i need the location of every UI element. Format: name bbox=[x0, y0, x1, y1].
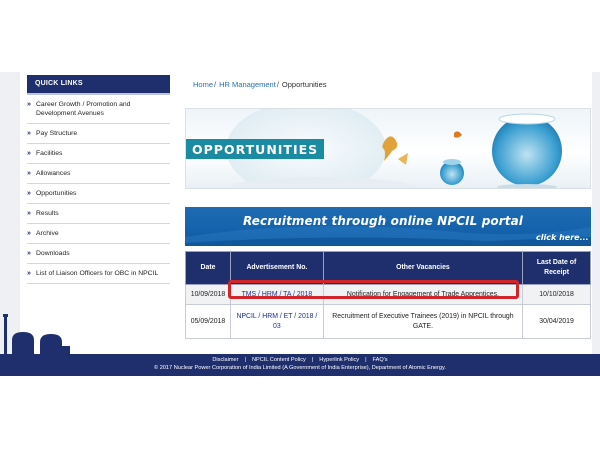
quick-link-label: Allowances bbox=[36, 170, 71, 177]
column-header-date: Date bbox=[185, 251, 231, 285]
double-chevron-right-icon: » bbox=[27, 190, 31, 197]
nuclear-plant-silhouette-icon bbox=[3, 314, 70, 354]
footer-separator: | bbox=[244, 357, 246, 363]
breadcrumb-separator: / bbox=[214, 80, 217, 89]
quick-link-label: Archive bbox=[36, 230, 59, 237]
cell-date: 10/09/2018 bbox=[185, 284, 231, 305]
breadcrumb-current: Opportunities bbox=[281, 80, 327, 89]
footer-link-faqs[interactable]: FAQ's bbox=[373, 357, 388, 363]
quick-link-career-growth[interactable]: » Career Growth / Promotion and Developm… bbox=[27, 95, 170, 124]
opportunities-label: OPPORTUNITIES bbox=[186, 139, 325, 159]
breadcrumb-home-link[interactable]: Home bbox=[193, 80, 213, 89]
double-chevron-right-icon: » bbox=[27, 170, 31, 177]
quick-link-pay-structure[interactable]: » Pay Structure bbox=[27, 124, 170, 144]
top-blank-area bbox=[0, 0, 600, 72]
double-chevron-right-icon: » bbox=[27, 270, 31, 277]
quick-link-label: Facilities bbox=[36, 150, 63, 157]
quick-link-facilities[interactable]: » Facilities bbox=[27, 144, 170, 164]
quick-link-allowances[interactable]: » Allowances bbox=[27, 164, 170, 184]
breadcrumb: Home/HR Management/Opportunities bbox=[193, 80, 327, 89]
recruitment-portal-banner[interactable]: Recruitment through online NPCIL portal … bbox=[185, 207, 591, 246]
double-chevron-right-icon: » bbox=[27, 150, 31, 157]
quick-links-list: » Career Growth / Promotion and Developm… bbox=[27, 93, 170, 284]
double-chevron-right-icon: » bbox=[27, 230, 31, 237]
quick-link-label: Career Growth / Promotion and Developmen… bbox=[36, 101, 131, 117]
quick-link-archive[interactable]: » Archive bbox=[27, 224, 170, 244]
breadcrumb-hr-management-link[interactable]: HR Management bbox=[219, 80, 276, 89]
double-chevron-right-icon: » bbox=[27, 130, 31, 137]
quick-link-liaison-officers[interactable]: » List of Liaison Officers for OBC in NP… bbox=[27, 264, 170, 284]
quick-link-label: Opportunities bbox=[36, 190, 77, 197]
opportunities-banner: OPPORTUNITIES bbox=[185, 108, 591, 189]
quick-links-sidebar: QUICK LINKS » Career Growth / Promotion … bbox=[27, 75, 170, 284]
click-here-link[interactable]: click here... bbox=[536, 233, 589, 242]
quick-link-label: List of Liaison Officers for OBC in NPCI… bbox=[36, 270, 159, 277]
page-stage: { "quick_links": { "title": "QUICK LINKS… bbox=[0, 0, 600, 450]
footer-separator: | bbox=[311, 357, 314, 363]
cell-last-date: 30/04/2019 bbox=[522, 304, 591, 339]
recruitment-banner-title: Recruitment through online NPCIL portal bbox=[243, 214, 524, 228]
footer-separator: | bbox=[365, 357, 367, 363]
breadcrumb-separator: / bbox=[276, 80, 279, 89]
quick-link-results[interactable]: » Results bbox=[27, 204, 170, 224]
site-footer: Disclaimer | NPCIL Content Policy | Hyperlin… bbox=[0, 354, 600, 376]
footer-links: Disclaimer | NPCIL Content Policy | Hyperlin… bbox=[0, 354, 600, 363]
quick-link-downloads[interactable]: » Downloads bbox=[27, 244, 170, 264]
table-row: 05/09/2018 NPCIL / HRM / ET / 2018 / 03 … bbox=[185, 304, 591, 339]
double-chevron-right-icon: » bbox=[27, 250, 31, 257]
footer-copyright: © 2017 Nuclear Power Corporation of Indi… bbox=[154, 365, 446, 371]
double-chevron-right-icon: » bbox=[27, 101, 31, 108]
quick-link-label: Downloads bbox=[36, 250, 70, 257]
footer-link-hyperlink-policy[interactable]: Hyperlink Policy bbox=[319, 357, 359, 363]
cell-last-date: 10/10/2018 bbox=[522, 284, 591, 305]
red-highlight-box bbox=[228, 280, 519, 299]
quick-link-label: Pay Structure bbox=[36, 130, 78, 137]
quick-link-opportunities[interactable]: » Opportunities bbox=[27, 184, 170, 204]
cell-date: 05/09/2018 bbox=[185, 304, 231, 339]
quick-link-label: Results bbox=[36, 210, 59, 217]
right-background-strip bbox=[592, 72, 600, 354]
quick-links-heading: QUICK LINKS bbox=[27, 75, 170, 93]
double-chevron-right-icon: » bbox=[27, 210, 31, 217]
cell-vacancy-description: Recruitment of Executive Trainees (2019)… bbox=[322, 304, 524, 339]
footer-link-content-policy[interactable]: NPCIL Content Policy bbox=[252, 357, 306, 363]
column-header-last-date: Last Date of Receipt bbox=[522, 251, 591, 285]
cell-advertisement-link[interactable]: NPCIL / HRM / ET / 2018 / 03 bbox=[229, 304, 324, 339]
footer-link-disclaimer[interactable]: Disclaimer bbox=[212, 357, 238, 363]
